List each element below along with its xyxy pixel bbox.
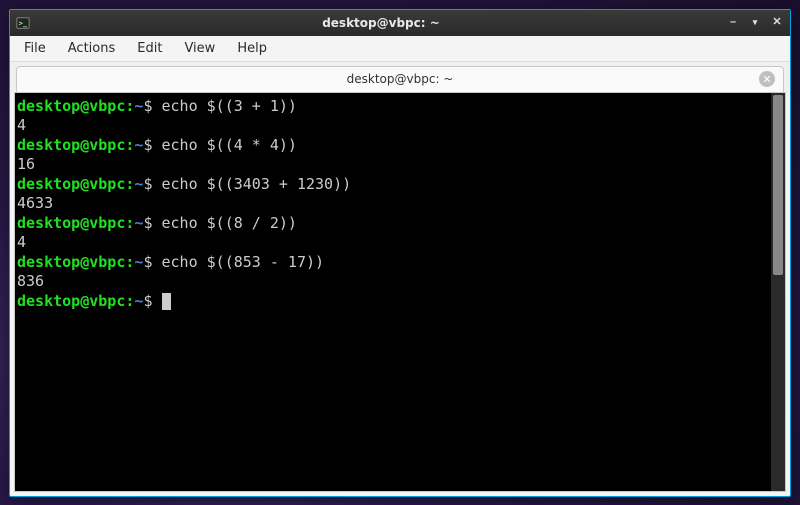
terminal-output[interactable]: desktop@vbpc:~$ echo $((3 + 1))4desktop@…: [15, 93, 771, 491]
terminal-window: >_ desktop@vbpc: ~ – ▾ ✕ File Actions Ed…: [9, 9, 791, 497]
terminal-line: desktop@vbpc:~$ echo $((3 + 1)): [17, 97, 769, 117]
app-icon: >_: [16, 16, 30, 30]
maximize-button[interactable]: ▾: [748, 16, 762, 30]
prompt-user: desktop@vbpc: [17, 175, 125, 193]
tabbar: desktop@vbpc: ~ ✕: [10, 62, 790, 92]
prompt-symbol: $: [143, 214, 161, 232]
prompt-symbol: $: [143, 136, 161, 154]
terminal-line: desktop@vbpc:~$ echo $((4 * 4)): [17, 136, 769, 156]
menu-file[interactable]: File: [14, 37, 56, 60]
command-text: echo $((3 + 1)): [162, 97, 297, 115]
prompt-user: desktop@vbpc: [17, 97, 125, 115]
command-text: echo $((3403 + 1230)): [162, 175, 352, 193]
tab-title: desktop@vbpc: ~: [347, 72, 454, 86]
window-controls: – ▾ ✕: [726, 16, 784, 30]
window-title: desktop@vbpc: ~: [36, 16, 726, 30]
command-text: echo $((8 / 2)): [162, 214, 297, 232]
command-text: echo $((853 - 17)): [162, 253, 325, 271]
tab-close-icon[interactable]: ✕: [759, 71, 775, 87]
prompt-user: desktop@vbpc: [17, 136, 125, 154]
prompt-user: desktop@vbpc: [17, 253, 125, 271]
cursor: [162, 293, 171, 310]
output-text: 4: [17, 116, 769, 136]
terminal-line: desktop@vbpc:~$ echo $((8 / 2)): [17, 214, 769, 234]
close-button[interactable]: ✕: [770, 16, 784, 30]
terminal-container: desktop@vbpc:~$ echo $((3 + 1))4desktop@…: [14, 92, 786, 492]
output-text: 16: [17, 155, 769, 175]
menu-actions[interactable]: Actions: [58, 37, 126, 60]
terminal-line: desktop@vbpc:~$ echo $((853 - 17)): [17, 253, 769, 273]
prompt-user: desktop@vbpc: [17, 214, 125, 232]
minimize-button[interactable]: –: [726, 16, 740, 30]
menu-help[interactable]: Help: [227, 37, 277, 60]
prompt-user: desktop@vbpc: [17, 292, 125, 310]
scrollbar[interactable]: [771, 93, 785, 491]
terminal-line: desktop@vbpc:~$: [17, 292, 769, 312]
output-text: 4: [17, 233, 769, 253]
menubar: File Actions Edit View Help: [10, 36, 790, 62]
svg-text:>_: >_: [19, 19, 28, 27]
tab-active[interactable]: desktop@vbpc: ~ ✕: [16, 66, 784, 92]
scroll-thumb[interactable]: [773, 95, 783, 275]
menu-edit[interactable]: Edit: [127, 37, 172, 60]
output-text: 836: [17, 272, 769, 292]
menu-view[interactable]: View: [174, 37, 225, 60]
prompt-symbol: $: [143, 175, 161, 193]
prompt-symbol: $: [143, 292, 161, 310]
command-text: echo $((4 * 4)): [162, 136, 297, 154]
titlebar[interactable]: >_ desktop@vbpc: ~ – ▾ ✕: [10, 10, 790, 36]
prompt-symbol: $: [143, 97, 161, 115]
prompt-symbol: $: [143, 253, 161, 271]
output-text: 4633: [17, 194, 769, 214]
terminal-line: desktop@vbpc:~$ echo $((3403 + 1230)): [17, 175, 769, 195]
